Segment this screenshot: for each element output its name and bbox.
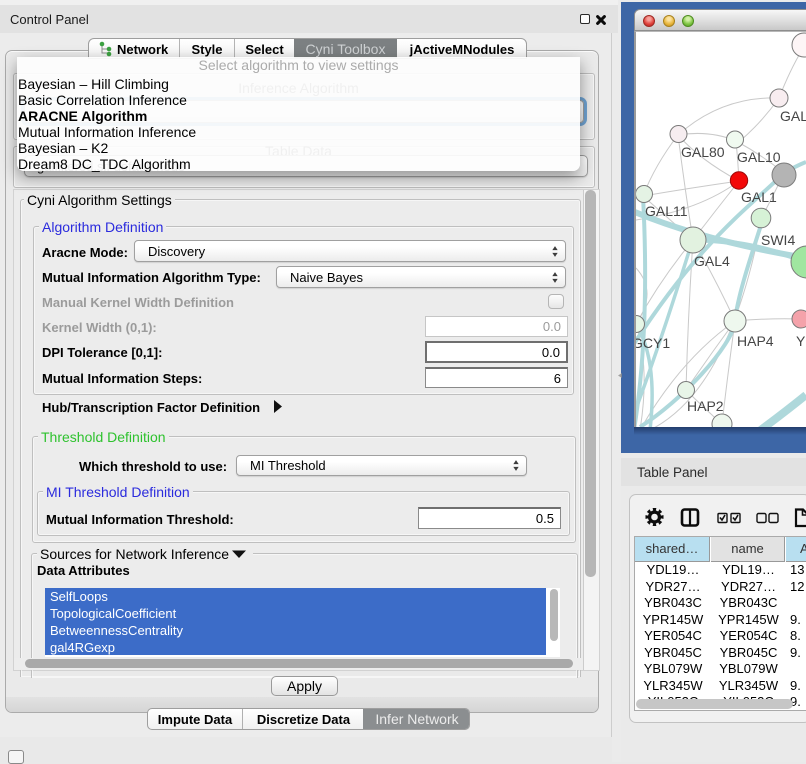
svg-text:GAL80: GAL80: [681, 144, 725, 160]
svg-text:HAP4: HAP4: [737, 333, 774, 349]
svg-text:GAL4: GAL4: [694, 253, 730, 269]
svg-text:SWI4: SWI4: [761, 232, 795, 248]
svg-text:HAP2: HAP2: [687, 398, 724, 414]
svg-text:Y: Y: [796, 333, 806, 349]
svg-text:GAL1: GAL1: [741, 189, 777, 205]
svg-text:GAL10: GAL10: [737, 149, 781, 165]
svg-text:GCY1: GCY1: [636, 335, 670, 351]
svg-text:GAL11: GAL11: [645, 203, 688, 219]
svg-text:GAL7: GAL7: [780, 108, 806, 124]
